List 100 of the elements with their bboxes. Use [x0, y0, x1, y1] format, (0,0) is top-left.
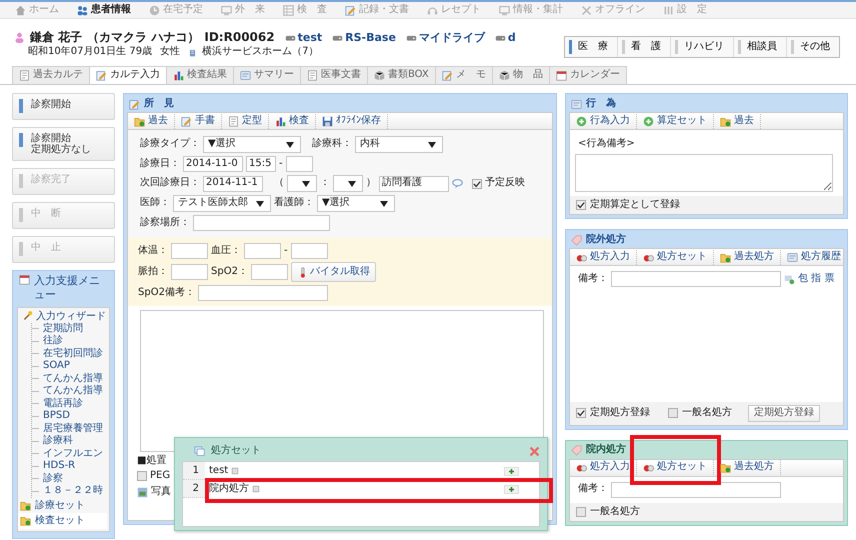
nav-item[interactable]: 患者情報: [68, 4, 140, 16]
photo-label: 写真: [151, 486, 171, 498]
toolbar-button[interactable]: 処方入力: [570, 250, 637, 264]
checkbox[interactable]: [137, 470, 147, 481]
cross-icon: [581, 4, 592, 16]
tab[interactable]: カルテ入力: [89, 66, 167, 84]
tree-item[interactable]: １８－２２時: [43, 485, 103, 498]
save-icon: [322, 116, 333, 126]
tree-item[interactable]: てんかん指導: [43, 385, 103, 398]
toolbar-button[interactable]: 過去: [128, 114, 175, 128]
field-label: 備考：: [578, 272, 608, 286]
capsule-icon: [643, 462, 654, 473]
tree-item[interactable]: 診療科: [43, 435, 73, 448]
toolbar-button[interactable]: 定型: [222, 114, 269, 128]
spo2-note-field[interactable]: [198, 285, 328, 301]
toolbar-button[interactable]: 処方履歴: [781, 250, 848, 264]
pack-link[interactable]: 包 指 票: [798, 272, 834, 286]
drive-link[interactable]: d: [494, 30, 516, 44]
nurse-select[interactable]: ▼選択: [317, 195, 395, 212]
dash-text: -: [279, 158, 283, 170]
checkbox-label: 一般名処方: [590, 506, 640, 518]
pencil-icon: [345, 4, 356, 16]
minute-select[interactable]: [333, 175, 363, 192]
toolbar-button[interactable]: ｵﾌﾗｲﾝ保存: [316, 114, 388, 128]
close-button[interactable]: [529, 446, 540, 456]
blood-pressure-field[interactable]: [244, 243, 281, 259]
toolbar-button[interactable]: 処方セット: [637, 250, 714, 264]
tree-item[interactable]: 診察: [43, 472, 63, 486]
checkbox[interactable]: [668, 408, 678, 418]
tree-item[interactable]: 往診: [43, 335, 63, 348]
hour-select[interactable]: [287, 175, 317, 192]
toolbar-button[interactable]: 処方セット: [637, 460, 714, 475]
toolbar-button[interactable]: 手書: [175, 114, 222, 128]
blood-pressure-field[interactable]: [290, 243, 328, 259]
field-label: SpO2備考：: [138, 286, 195, 300]
toolbar-button[interactable]: 行為入力: [570, 114, 637, 128]
department-select[interactable]: 内科: [355, 136, 443, 153]
plus-circle-icon: [576, 116, 587, 126]
toolbar-button[interactable]: 過去: [714, 114, 761, 128]
tree-item[interactable]: てんかん指導: [43, 372, 103, 386]
place-field[interactable]: [193, 215, 330, 231]
tree-item[interactable]: 居宅療養管理: [43, 422, 103, 436]
drive-link[interactable]: マイドライブ: [406, 30, 485, 44]
dash-text: -: [284, 244, 288, 258]
tab[interactable]: 検査結果: [166, 66, 234, 84]
add-button[interactable]: [504, 466, 519, 476]
date-field[interactable]: 2014-11-1: [203, 176, 263, 192]
box-icon: [374, 70, 385, 81]
spo2-field[interactable]: [250, 264, 288, 280]
note-textarea[interactable]: [575, 154, 833, 192]
tab[interactable]: 書類BOX: [367, 66, 436, 84]
toolbar-button[interactable]: 過去処方: [714, 460, 781, 475]
tab[interactable]: 医事文書: [300, 66, 368, 84]
field-label: 体温：: [138, 244, 168, 258]
tab[interactable]: サマリー: [233, 66, 301, 84]
folder-icon: [720, 252, 731, 262]
tab[interactable]: 過去カルテ: [12, 66, 90, 84]
toolbar-button[interactable]: 算定セット: [637, 114, 714, 128]
tree-item[interactable]: 電話再診: [43, 398, 83, 410]
tree-node[interactable]: 入力ウィザード: [36, 310, 106, 323]
toolbar-button[interactable]: 過去処方: [714, 250, 781, 264]
toolbar-button[interactable]: 処方入力: [570, 460, 637, 475]
tree-node[interactable]: 診療セット: [35, 500, 85, 512]
time-field[interactable]: [286, 156, 313, 172]
register-button[interactable]: 定期処方登録: [748, 405, 820, 422]
checkbox-label: 一般名処方: [682, 407, 732, 420]
checkbox[interactable]: [576, 506, 586, 517]
toolbar-button[interactable]: 検査: [269, 114, 316, 128]
type-select[interactable]: ▼選択: [203, 136, 301, 153]
date-field[interactable]: 2014-11-0: [183, 156, 243, 172]
temperature-field[interactable]: [171, 243, 208, 259]
tree-item[interactable]: HDS-R: [43, 460, 76, 473]
action-button[interactable]: 診察開始: [12, 93, 115, 120]
menu-title-link[interactable]: 入力支援メニュー: [34, 274, 110, 303]
expand-icon: [231, 467, 240, 475]
action-button[interactable]: 診察開始 定期処方なし: [12, 127, 115, 161]
set-name[interactable]: test: [209, 464, 228, 478]
time-field[interactable]: 15:5: [246, 156, 276, 172]
tree-item[interactable]: 定期訪問: [43, 322, 83, 336]
folder-icon: [20, 515, 31, 526]
tab[interactable]: 物 品: [492, 66, 550, 84]
tree-item[interactable]: SOAP: [43, 360, 70, 373]
tree-item[interactable]: インフルエン: [43, 448, 103, 460]
doctor-select[interactable]: テスト医師太郎: [173, 195, 271, 212]
note-field[interactable]: 訪問看護: [379, 176, 449, 192]
drive-link[interactable]: test: [284, 30, 322, 44]
popup-title: 処方セット: [211, 444, 261, 458]
add-button[interactable]: [504, 484, 519, 494]
checkbox[interactable]: [576, 200, 586, 210]
tab[interactable]: メ モ: [434, 66, 493, 84]
tree-item[interactable]: BPSD: [43, 410, 70, 423]
checkbox[interactable]: [576, 408, 586, 418]
pulse-field[interactable]: [171, 264, 208, 280]
set-name[interactable]: 院内処方: [209, 482, 249, 496]
tab[interactable]: カレンダー: [548, 66, 627, 84]
drive-link[interactable]: RS-Base: [332, 30, 396, 44]
note-field[interactable]: [611, 271, 781, 287]
tree-item[interactable]: 在宅初回問診: [43, 348, 103, 360]
vitals-button[interactable]: バイタル取得: [290, 262, 376, 282]
checkbox[interactable]: [472, 178, 482, 188]
